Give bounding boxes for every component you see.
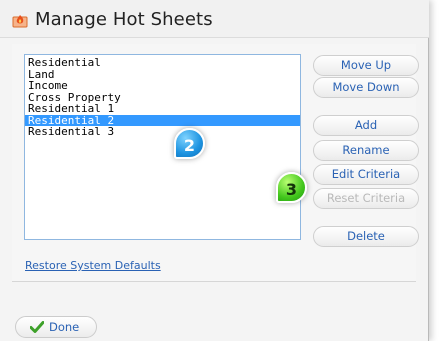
dialog-titlebar: Manage Hot Sheets — [0, 0, 429, 38]
hot-sheet-list-item[interactable]: Residential — [25, 57, 300, 69]
move-down-button[interactable]: Move Down — [313, 77, 419, 98]
hot-sheet-list-item[interactable]: Income — [25, 80, 300, 92]
hot-sheet-list-item[interactable]: Residential 1 — [25, 103, 300, 115]
edit-criteria-button[interactable]: Edit Criteria — [313, 164, 419, 185]
checkmark-icon — [30, 321, 44, 333]
step-3-callout-badge: 3 — [276, 172, 307, 203]
step-2-callout-badge: 2 — [174, 128, 205, 159]
hot-sheet-list-item[interactable]: Residential 3 — [25, 126, 300, 138]
restore-system-defaults-link[interactable]: Restore System Defaults — [25, 259, 161, 272]
done-button[interactable]: Done — [15, 316, 97, 338]
rename-button[interactable]: Rename — [313, 140, 419, 161]
flame-icon — [12, 15, 28, 28]
add-button[interactable]: Add — [313, 115, 419, 136]
manage-hot-sheets-dialog: Manage Hot Sheets Residential Land Income C… — [0, 0, 429, 341]
reset-criteria-button: Reset Criteria — [313, 188, 419, 209]
hot-sheets-listbox[interactable]: Residential Land Income Cross Property Resid… — [24, 54, 301, 240]
delete-button[interactable]: Delete — [313, 226, 419, 247]
move-up-button[interactable]: Move Up — [313, 55, 419, 76]
done-label: Done — [49, 320, 80, 334]
dialog-title: Manage Hot Sheets — [35, 9, 213, 30]
